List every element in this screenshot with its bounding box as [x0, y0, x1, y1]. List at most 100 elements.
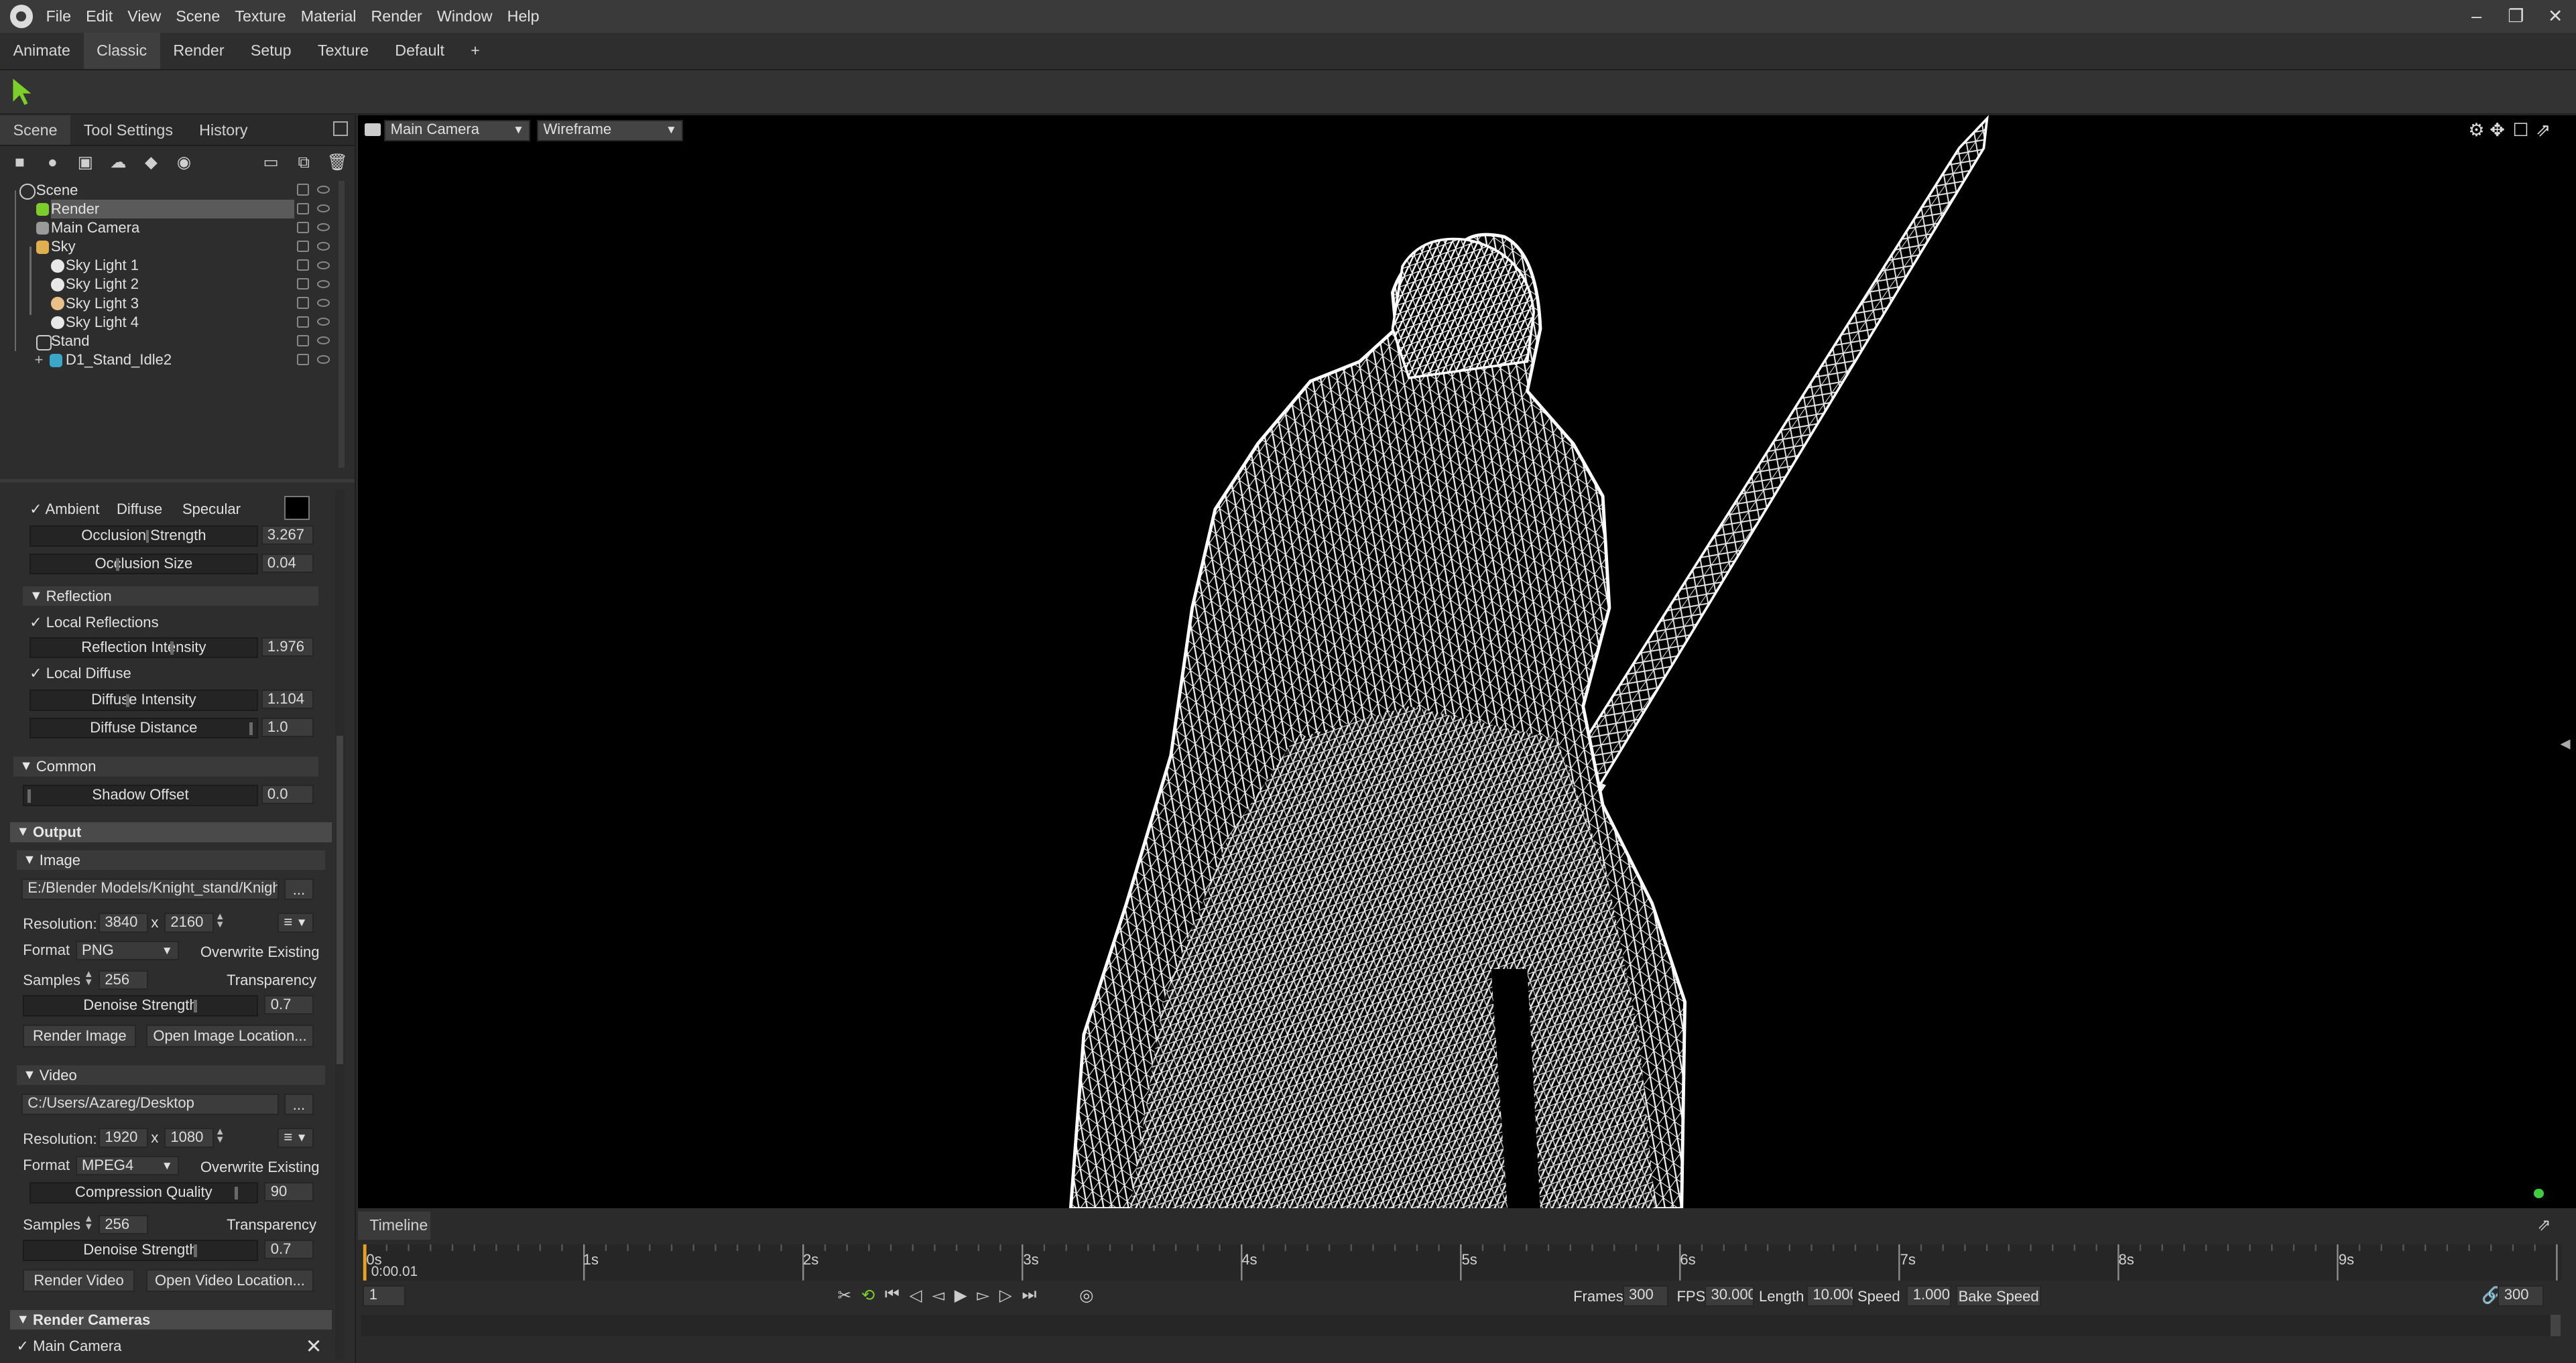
delete-icon[interactable]: 🗑	[327, 153, 348, 172]
menu-window[interactable]: Window	[437, 7, 493, 25]
next-key-icon[interactable]: ▷	[999, 1285, 1012, 1305]
undock-icon[interactable]	[333, 121, 349, 137]
tree-item-sky-light-4[interactable]: Sky Light 4	[0, 313, 339, 332]
open-video-location-button[interactable]: Open Video Location...	[146, 1269, 314, 1293]
lock-icon[interactable]	[297, 316, 309, 328]
visibility-icon[interactable]	[316, 355, 330, 364]
duplicate-icon[interactable]: ⧉	[294, 153, 314, 172]
occlusion-strength-value[interactable]: 3.267	[261, 525, 314, 545]
lock-icon[interactable]	[297, 240, 309, 253]
image-samples-field[interactable]: 256	[99, 970, 148, 990]
section-video[interactable]: ▼ Video	[16, 1065, 326, 1086]
image-path-field[interactable]: E:/Blender Models/Knight_stand/Knight_	[21, 878, 280, 900]
tab-scene[interactable]: Scene	[0, 115, 71, 145]
menu-render[interactable]: Render	[371, 7, 422, 25]
shadow-offset-slider[interactable]: Shadow Offset	[23, 785, 258, 806]
diffuse-distance-value[interactable]: 1.0	[261, 717, 314, 738]
video-denoise-value[interactable]: 0.7	[264, 1239, 314, 1260]
occlusion-strength-slider[interactable]: Occlusion Strength	[29, 525, 258, 547]
visibility-icon[interactable]	[316, 261, 330, 269]
right-collapse-icon[interactable]: ◀	[2561, 736, 2571, 752]
video-height-field[interactable]: 1080	[164, 1128, 214, 1148]
speed-field[interactable]: 1.000	[1906, 1285, 1951, 1307]
video-browse-button[interactable]: ...	[284, 1093, 314, 1115]
ao-color-swatch[interactable]	[284, 495, 310, 520]
minimize-icon[interactable]: –	[2465, 5, 2488, 27]
tab-setup[interactable]: Setup	[237, 33, 304, 69]
compression-quality-slider[interactable]: Compression Quality	[29, 1182, 258, 1204]
panel-splitter[interactable]	[0, 479, 355, 483]
open-image-location-button[interactable]: Open Image Location...	[146, 1024, 314, 1048]
folder-icon[interactable]: ▭	[261, 153, 281, 172]
tab-tool-settings[interactable]: Tool Settings	[70, 115, 186, 145]
reflection-intensity-slider[interactable]: Reflection Intensity	[29, 637, 258, 659]
tab-default[interactable]: Default	[382, 33, 458, 69]
video-path-field[interactable]: C:/Users/Azareg/Desktop	[21, 1093, 280, 1115]
close-window-icon[interactable]: ✕	[2544, 5, 2567, 27]
image-browse-button[interactable]: ...	[284, 878, 314, 900]
tree-item-main-camera[interactable]: Main Camera	[0, 218, 339, 237]
diffuse-distance-slider[interactable]: Diffuse Distance	[29, 717, 258, 739]
tree-item-sky-light-1[interactable]: Sky Light 1	[0, 256, 339, 275]
spin-arrows-icon[interactable]: ▲ ▼	[84, 970, 94, 988]
tree-scrollbar[interactable]	[338, 180, 345, 468]
video-transparency-checkbox[interactable]: Transparency	[219, 1215, 316, 1234]
menu-view[interactable]: View	[127, 7, 161, 25]
visibility-icon[interactable]	[316, 204, 330, 213]
visibility-icon[interactable]	[316, 298, 330, 308]
tab-classic[interactable]: Classic	[83, 33, 160, 69]
diffuse-intensity-value[interactable]: 1.104	[261, 690, 314, 710]
image-denoise-value[interactable]: 0.7	[264, 994, 314, 1015]
image-width-field[interactable]: 3840	[99, 913, 148, 933]
menu-help[interactable]: Help	[507, 7, 540, 25]
go-to-end-icon[interactable]: ⏭	[1022, 1285, 1036, 1305]
visibility-icon[interactable]	[316, 242, 330, 251]
tab-render[interactable]: Render	[160, 33, 238, 69]
video-denoise-slider[interactable]: Denoise Strength	[23, 1239, 258, 1261]
video-resolution-preset-dropdown[interactable]: ≡ ▼	[278, 1128, 314, 1148]
length-field[interactable]: 10.000	[1806, 1285, 1855, 1307]
visibility-icon[interactable]	[316, 223, 330, 232]
lock-icon[interactable]	[297, 202, 309, 214]
cut-icon[interactable]: ✂	[837, 1285, 851, 1305]
viewport[interactable]: Main Camera ▼ Wireframe ▼ ⚙ ✥ ☐ ⇗	[358, 115, 2576, 1209]
reflection-intensity-value[interactable]: 1.976	[261, 637, 314, 657]
shadow-offset-value[interactable]: 0.0	[261, 785, 314, 805]
lock-icon[interactable]	[297, 259, 309, 271]
loop-icon[interactable]: ⟲	[861, 1285, 875, 1305]
visibility-icon[interactable]	[316, 336, 330, 345]
add-material-icon[interactable]: ◉	[174, 153, 194, 172]
specular-checkbox[interactable]: Specular	[174, 499, 241, 519]
lock-icon[interactable]	[297, 334, 309, 346]
render-camera-checkbox[interactable]: ✓ Main Camera	[17, 1336, 122, 1356]
add-camera-icon[interactable]: ▣	[76, 153, 95, 172]
play-icon[interactable]: ▶	[955, 1285, 967, 1305]
video-overwrite-existing-checkbox[interactable]: Overwrite Existing	[192, 1157, 320, 1177]
section-render-cameras[interactable]: ▼ Render Cameras	[9, 1310, 332, 1330]
spin-arrows-icon[interactable]: ▲ ▼	[215, 1127, 225, 1145]
tree-item-sky-light-3[interactable]: Sky Light 3	[0, 294, 339, 313]
tree-item-sky[interactable]: Sky	[0, 237, 339, 256]
diffuse-checkbox[interactable]: Diffuse	[109, 499, 162, 519]
tree-item-render[interactable]: Render	[0, 199, 339, 218]
section-image[interactable]: ▼ Image	[16, 850, 326, 870]
menu-edit[interactable]: Edit	[86, 7, 113, 25]
menu-material[interactable]: Material	[301, 7, 357, 25]
current-frame-field[interactable]: 1	[363, 1285, 406, 1307]
transparency-checkbox[interactable]: Transparency	[219, 970, 316, 990]
menu-file[interactable]: File	[46, 7, 72, 25]
lock-icon[interactable]	[297, 184, 309, 196]
diffuse-intensity-slider[interactable]: Diffuse Intensity	[29, 690, 258, 711]
tab-animate[interactable]: Animate	[0, 33, 84, 69]
tree-item-sky-light-2[interactable]: Sky Light 2	[0, 275, 339, 294]
add-sky-icon[interactable]: ☁	[109, 153, 128, 172]
compression-quality-value[interactable]: 90	[264, 1182, 314, 1202]
restore-icon[interactable]: ❐	[2504, 5, 2527, 27]
timeline-tab[interactable]: Timeline	[358, 1212, 430, 1240]
local-reflections-checkbox[interactable]: ✓ Local Reflections	[29, 612, 159, 632]
render-video-button[interactable]: Render Video	[23, 1269, 135, 1293]
bake-speed-button[interactable]: Bake Speed	[1955, 1285, 2042, 1307]
step-forward-icon[interactable]: ▻	[977, 1285, 989, 1305]
end-frame-field[interactable]: 300	[2498, 1285, 2544, 1307]
remove-camera-icon[interactable]: ✕	[306, 1335, 322, 1358]
